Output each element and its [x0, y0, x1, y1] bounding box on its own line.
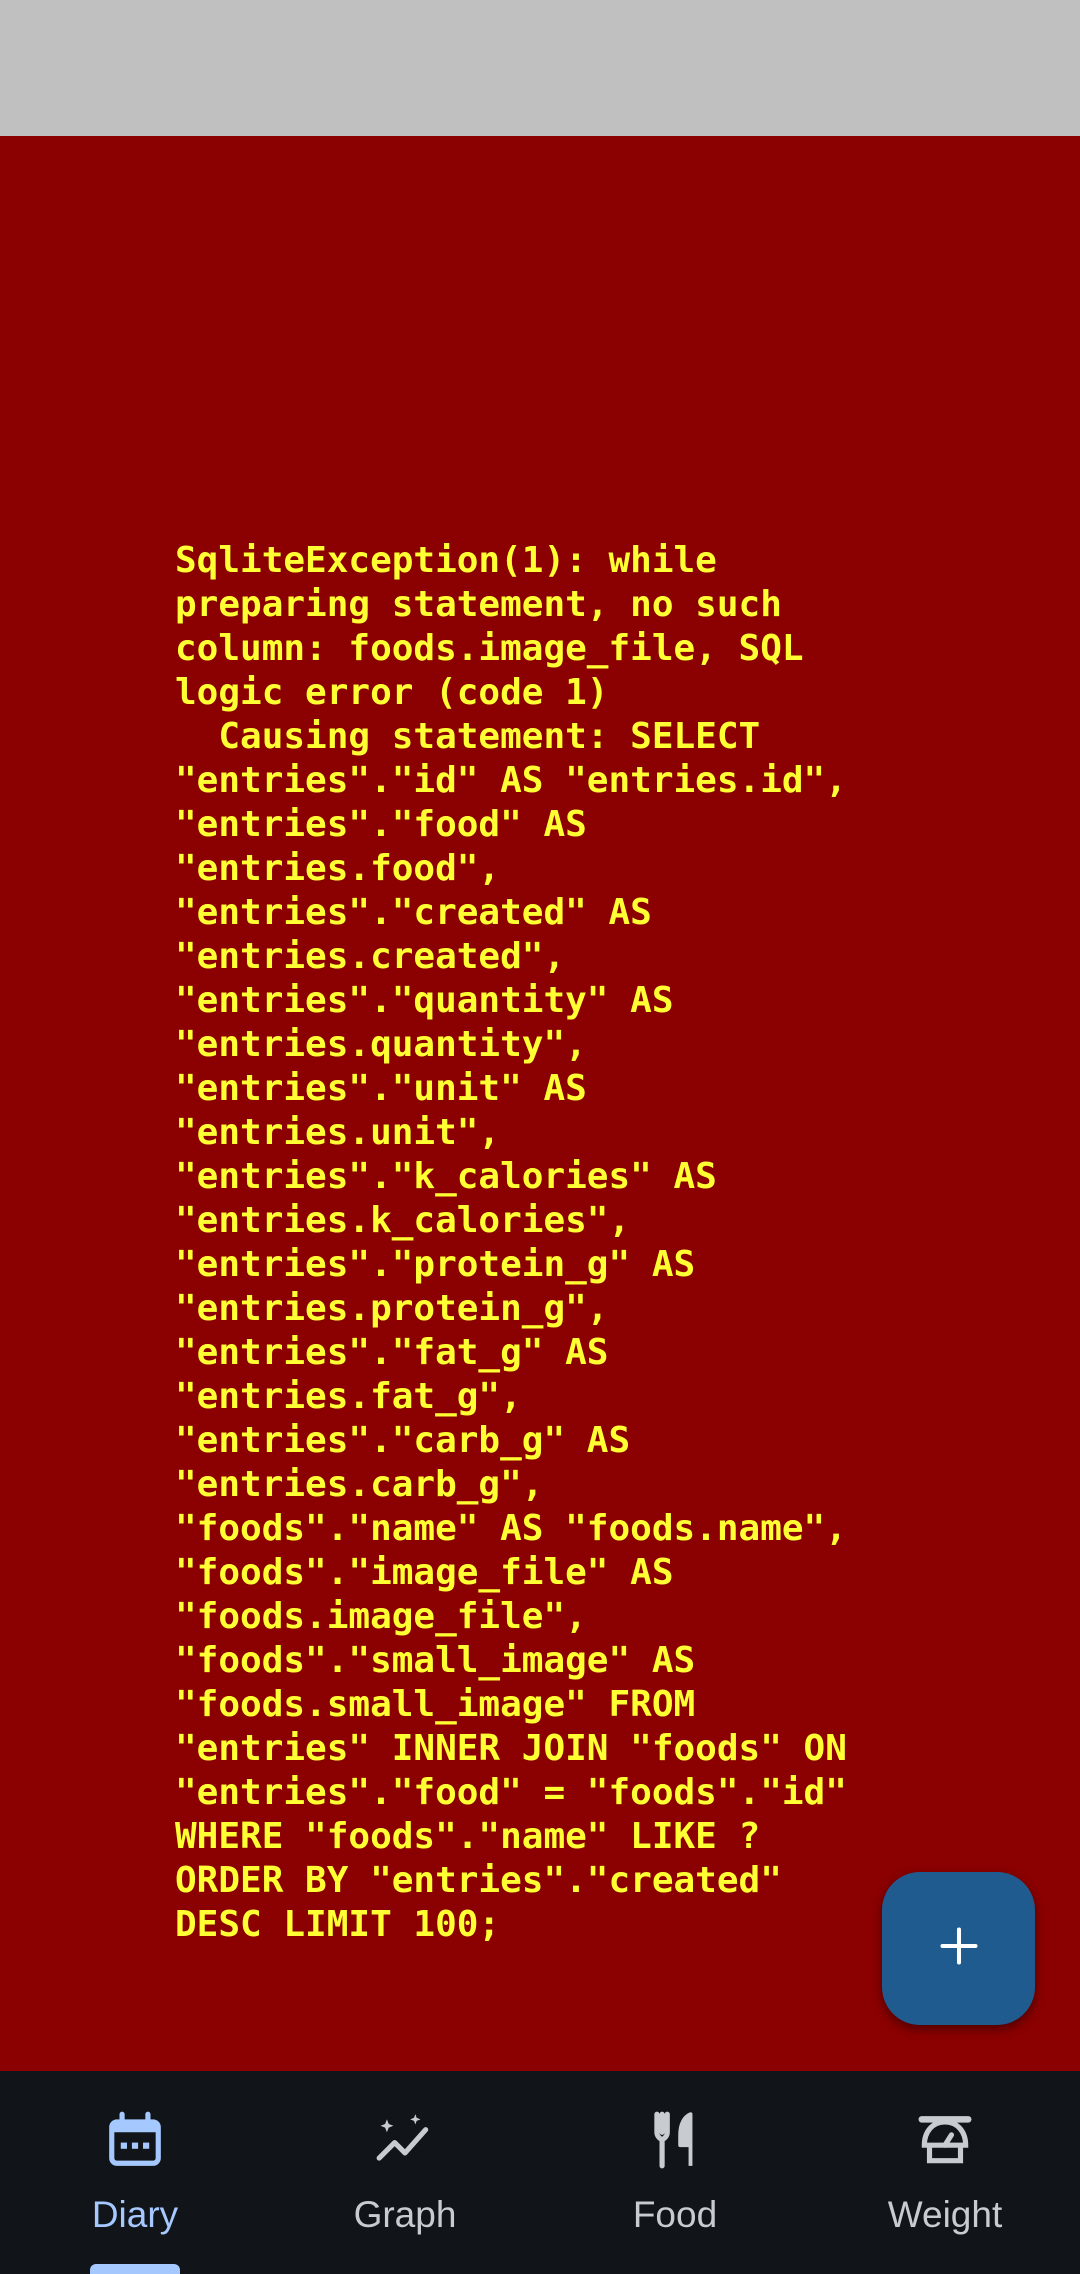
nav-item-diary[interactable]: Diary [0, 2071, 270, 2274]
nav-label-graph: Graph [353, 2194, 457, 2235]
bottom-navigation: Diary Graph Food Weight [0, 2071, 1080, 2274]
graph-icon [374, 2071, 436, 2176]
scale-icon [914, 2071, 976, 2176]
nav-item-weight[interactable]: Weight [810, 2071, 1080, 2274]
nav-label-food: Food [632, 2194, 718, 2235]
active-tab-indicator [90, 2264, 180, 2274]
calendar-icon [104, 2071, 166, 2176]
nav-label-diary: Diary [91, 2194, 179, 2235]
nav-item-food[interactable]: Food [540, 2071, 810, 2274]
nav-item-graph[interactable]: Graph [270, 2071, 540, 2274]
restaurant-icon [644, 2071, 706, 2176]
error-message: SqliteException(1): while preparing stat… [175, 540, 847, 1945]
status-bar [0, 0, 1080, 136]
plus-icon [937, 1924, 981, 1973]
add-entry-button[interactable] [882, 1872, 1035, 2025]
error-panel: SqliteException(1): while preparing stat… [0, 136, 1080, 2071]
nav-label-weight: Weight [887, 2194, 1003, 2235]
